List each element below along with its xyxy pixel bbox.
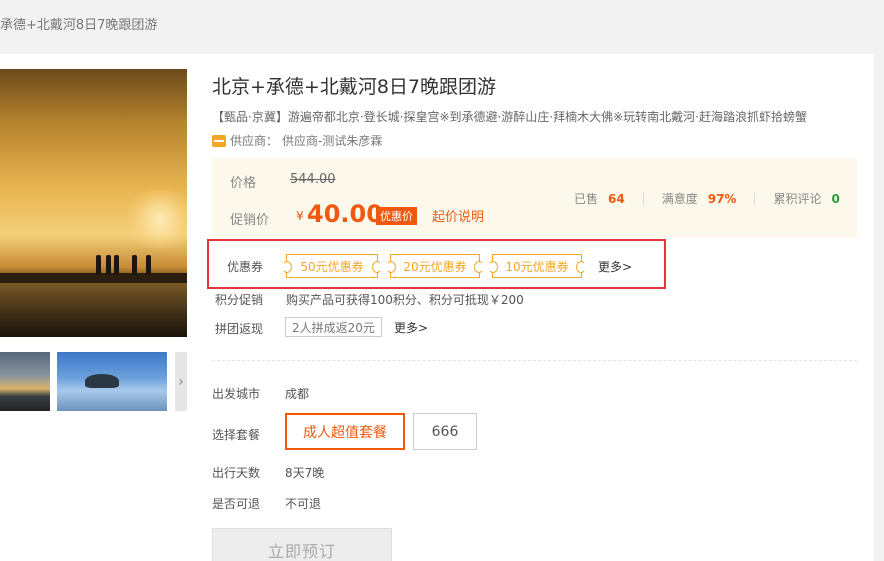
- promo-price: 40.00: [307, 200, 383, 228]
- currency-symbol: ¥: [296, 209, 304, 223]
- supplier-name: 供应商-测试朱彦霖: [282, 134, 383, 148]
- coupon-more-link[interactable]: 更多>: [598, 258, 632, 275]
- group-more-link[interactable]: 更多>: [394, 319, 428, 336]
- island-silhouette: [85, 374, 119, 388]
- promo-price-label: 促销价: [230, 213, 270, 228]
- breadcrumb: 承德+北戴河8日7晚跟团游: [0, 18, 158, 33]
- group-cashback-label: 拼团返现: [215, 322, 264, 336]
- shop-icon: [212, 134, 226, 147]
- sales-stats: 已售 64 满意度 97% 累积评论 0: [574, 190, 840, 207]
- duration-label: 出行天数: [212, 466, 261, 480]
- refund-value: 不可退: [285, 497, 322, 511]
- sold-label: 已售: [574, 192, 599, 206]
- satisfaction-value: 97%: [707, 191, 737, 206]
- coupon-50[interactable]: 50元优惠券: [282, 254, 382, 278]
- points-label: 积分促销: [215, 293, 264, 307]
- product-subtitle: 【甄品·京冀】游遍帝都北京·登长城·探皇宫※到承德避·游醉山庄·拜楠木大佛※玩转…: [212, 110, 808, 124]
- supplier-label: 供应商：: [230, 134, 279, 148]
- group-cashback-tag: 2人拼成返20元: [285, 317, 382, 337]
- thumbnail-sunset-lake[interactable]: [0, 352, 50, 411]
- supplier-row: 供应商： 供应商-测试朱彦霖: [212, 132, 382, 149]
- reviews-label[interactable]: 累积评论: [773, 190, 821, 207]
- person-silhouette: [96, 255, 101, 275]
- section-divider: [212, 360, 857, 361]
- sunset-glow: [120, 189, 187, 249]
- package-label: 选择套餐: [212, 428, 261, 442]
- duration-value: 8天7晚: [285, 466, 325, 480]
- promo-badge: 优惠价: [376, 207, 417, 225]
- coupon-label: 优惠券: [227, 260, 264, 274]
- person-silhouette: [114, 255, 119, 275]
- product-title: 北京+承德+北戴河8日7晚跟团游: [212, 76, 497, 98]
- price-note-link[interactable]: 起价说明: [432, 206, 484, 225]
- refund-label: 是否可退: [212, 497, 261, 511]
- price-panel: 价格 544.00 促销价 ¥ 40.00 优惠价 起价说明 已售 64 满意度…: [212, 158, 857, 238]
- price-label: 价格: [230, 176, 257, 191]
- coupon-10[interactable]: 10元优惠券: [488, 254, 586, 278]
- pier-silhouette: [0, 273, 187, 283]
- departure-city: 成都: [285, 387, 310, 401]
- package-option-666[interactable]: 666: [413, 413, 477, 450]
- thumbnail-blue-sea[interactable]: [57, 352, 167, 411]
- coupon-20[interactable]: 20元优惠券: [386, 254, 484, 278]
- thumbnail-next-arrow-icon[interactable]: ›: [175, 352, 187, 411]
- water-reflection: [0, 283, 187, 337]
- original-price: 544.00: [290, 172, 336, 187]
- package-option-adult[interactable]: 成人超值套餐: [285, 413, 405, 450]
- main-product-photo[interactable]: [0, 69, 187, 337]
- stats-divider: [642, 191, 644, 206]
- reviews-count[interactable]: 0: [831, 192, 839, 206]
- points-value: 购买产品可获得100积分、积分可抵现￥200: [286, 293, 524, 307]
- person-silhouette: [106, 255, 111, 275]
- person-silhouette: [132, 255, 137, 275]
- satisfaction-label: 满意度: [661, 192, 698, 206]
- person-silhouette: [146, 255, 151, 275]
- stats-divider: [754, 191, 756, 206]
- book-now-button[interactable]: 立即预订: [212, 528, 392, 561]
- sold-count: 64: [608, 191, 625, 206]
- departure-label: 出发城市: [212, 387, 261, 401]
